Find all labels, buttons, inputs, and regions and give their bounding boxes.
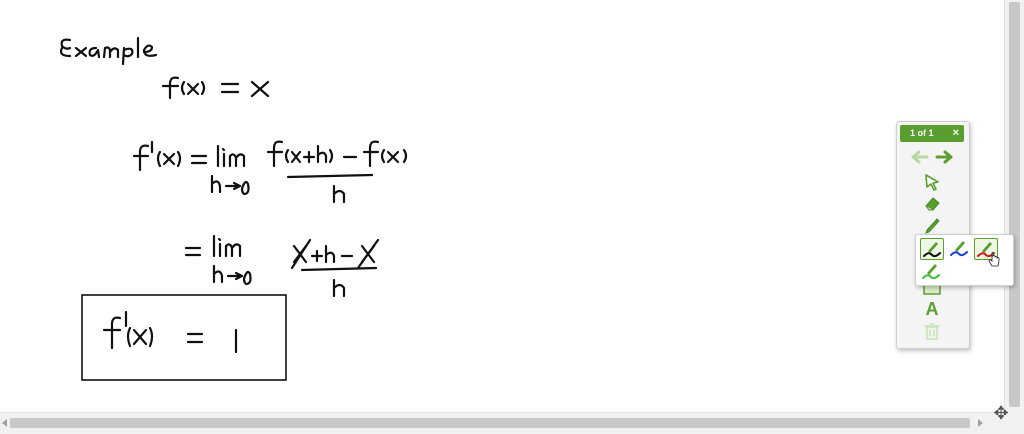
pen-icon [925,218,940,234]
forward-arrow-icon [935,150,953,164]
horizontal-scrollbar-thumb[interactable] [10,418,970,428]
select-tool-button[interactable] [920,172,944,194]
back-arrow-button[interactable] [907,150,931,172]
whiteboard-canvas[interactable] [0,0,1004,412]
handwritten-notes [59,36,408,381]
move-handle-icon[interactable]: ✥ [990,402,1012,424]
pen-blue-icon [950,241,968,257]
vertical-scrollbar[interactable] [1004,0,1024,412]
pen-green-icon [922,264,940,280]
ink-heading-example [59,36,158,66]
scroll-left-arrow-icon[interactable] [2,419,7,427]
text-tool-icon[interactable]: A [920,299,944,321]
page-indicator: 1 of 1 [910,128,934,138]
pen-black-icon [923,242,941,258]
eraser-icon [925,197,940,211]
ink-boxed-result [81,294,287,381]
back-arrow-icon [911,150,929,164]
ink-line-derivative-definition [132,140,408,204]
scroll-right-arrow-icon[interactable] [978,419,983,427]
ink-line-simplification [184,234,380,298]
pen-tool-button[interactable] [920,214,944,236]
close-icon[interactable]: × [953,127,959,139]
pen-color-black[interactable] [920,238,944,260]
pen-color-blue[interactable] [948,238,972,260]
palette-header[interactable]: 1 of 1 × [900,125,964,142]
whiteboard-viewport: ✥ 1 of 1 × A [0,0,1024,434]
pen-color-green[interactable] [920,261,944,283]
ink-line-fx-equals-x [161,76,270,100]
delete-tool-button[interactable] [920,321,944,343]
hand-cursor-icon [988,252,1000,267]
eraser-tool-button[interactable] [920,193,944,215]
trash-icon [924,323,940,340]
horizontal-scrollbar[interactable] [0,412,1004,434]
vertical-scrollbar-thumb[interactable] [1009,2,1020,407]
select-pointer-icon [925,174,939,191]
forward-arrow-button[interactable] [933,150,957,172]
